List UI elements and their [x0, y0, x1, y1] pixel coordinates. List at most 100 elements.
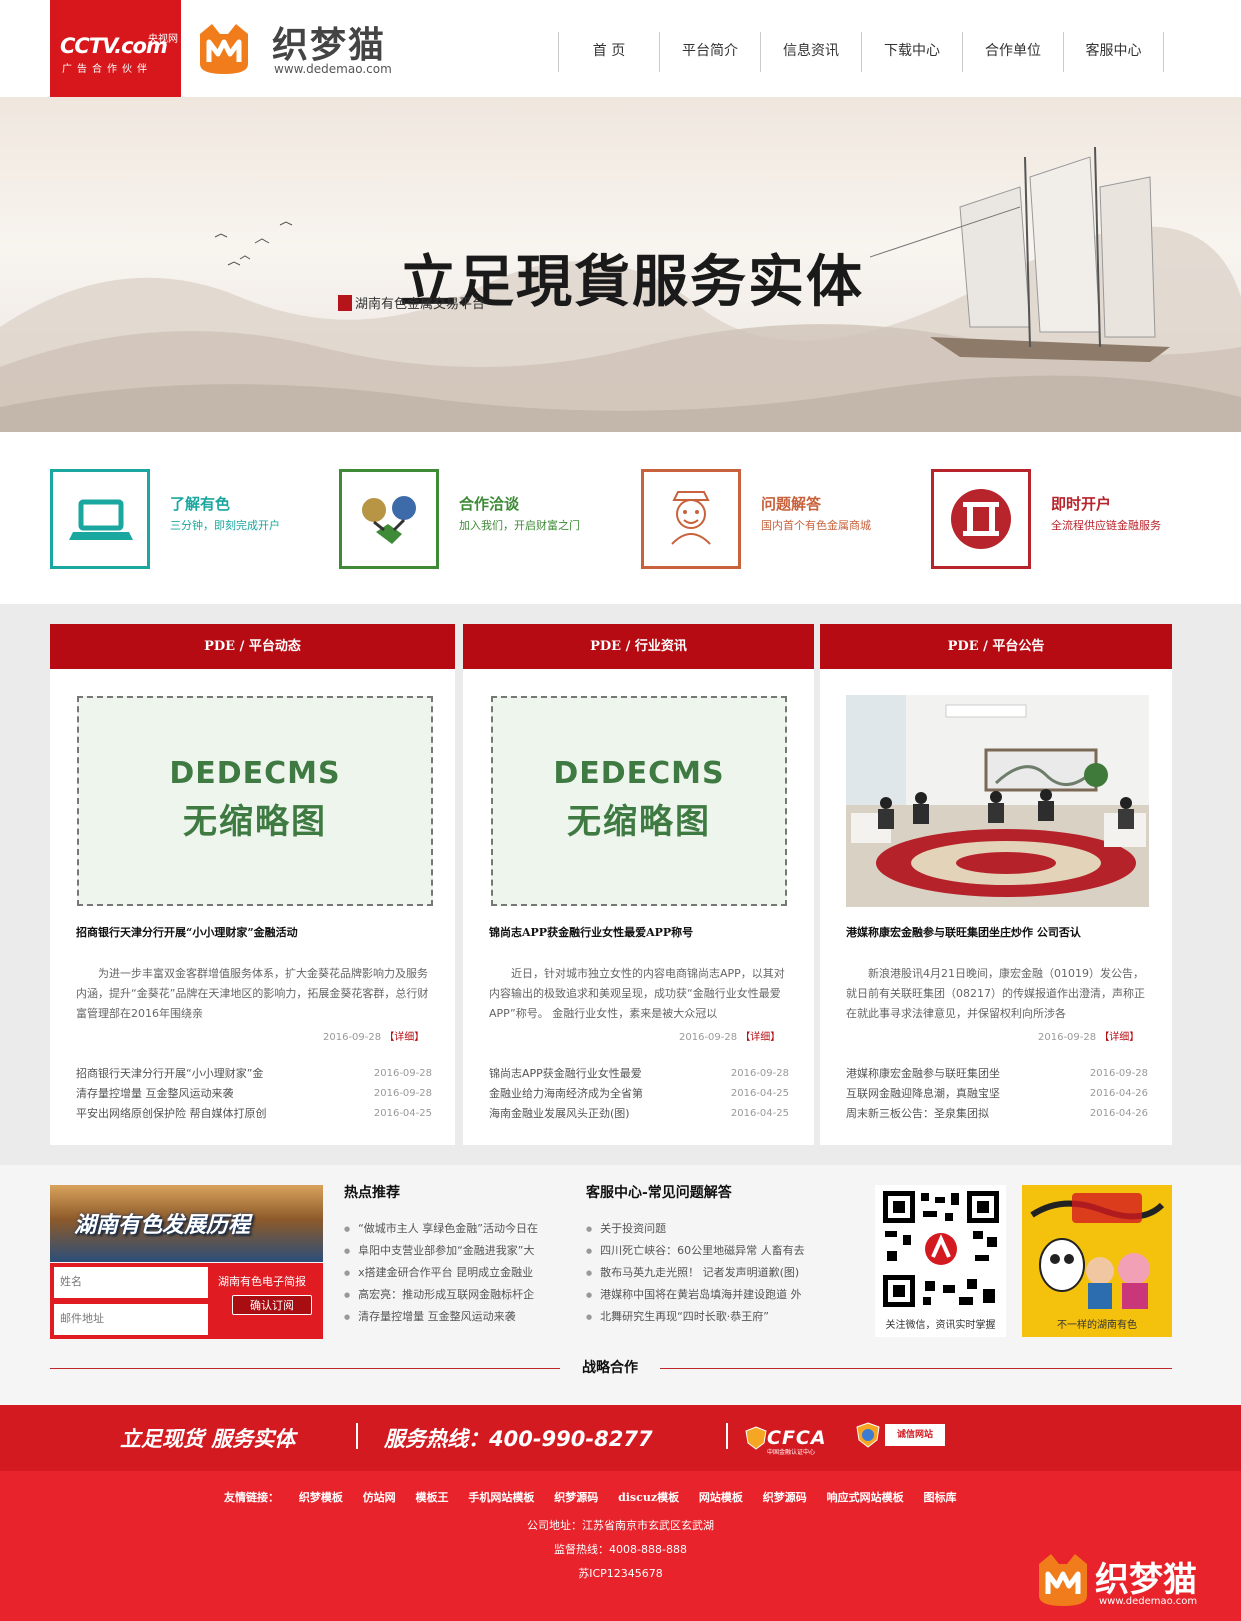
news-summary: 近日，针对城市独立女性的内容电商锦尚志APP，以其对内容输出的极致追求和美观呈现…	[489, 967, 785, 1020]
thumb-line1: DEDECMS	[553, 756, 725, 791]
newsletter-form: 姓名 邮件地址 湖南有色电子简报 确认订阅	[50, 1263, 323, 1339]
sailing-ship-illustration	[870, 147, 1170, 362]
friend-link[interactable]: 响应式网站模板	[827, 1491, 904, 1504]
nav-home[interactable]: 首 页	[558, 32, 659, 72]
cctv-logo-text: CCTV.com	[60, 34, 168, 58]
thumbnail-placeholder[interactable]: DEDECMS 无缩略图	[491, 696, 787, 906]
news-date: 2016-09-28 【详细】	[679, 1028, 780, 1043]
more-link[interactable]: 【详细】	[740, 1032, 780, 1043]
company-address: 公司地址：江苏省南京市玄武区玄武湖	[527, 1519, 714, 1532]
news-date: 2016-09-28 【详细】	[323, 1028, 424, 1043]
feature-desc: 加入我们，开启财富之门	[459, 519, 580, 532]
email-input[interactable]: 邮件地址	[52, 1302, 210, 1337]
list-item[interactable]: 金融业给力海南经济成为全省第 2016-04-25	[489, 1084, 789, 1104]
feature-faq[interactable]: 问题解答 国内首个有色金属商城	[641, 469, 901, 569]
footer-band: 立足现货 服务实体 服务热线：400-990-8277 CFCA 中国金融认证中…	[0, 1405, 1241, 1471]
feature-title: 了解有色	[170, 495, 231, 513]
cfca-badge[interactable]: CFCA 中国金融认证中心	[745, 1419, 827, 1457]
news-panel-announcement: PDE / 平台公告 港媒称康宏金融参与联旺集团坐庄炒作 公司否认 新浪港股讯4…	[820, 624, 1172, 1145]
cfca-text: CFCA	[767, 1427, 827, 1449]
friend-link[interactable]: 织梦源码	[763, 1491, 807, 1504]
list-item[interactable]: “做城市主人 享绿色金融”活动今日在	[344, 1218, 568, 1240]
history-banner[interactable]: 湖南有色发展历程	[50, 1185, 323, 1262]
friend-link[interactable]: 模板王	[416, 1491, 449, 1504]
laptop-icon	[50, 469, 150, 569]
list-item[interactable]: 关于投资问题	[586, 1218, 824, 1240]
feature-learn[interactable]: 了解有色 三分钟，即刻完成开户	[50, 469, 310, 569]
cartoon-promo[interactable]: 不一样的湖南有色	[1022, 1185, 1172, 1337]
news-list: 招商银行天津分行开展“小小理财家”金 2016-09-28 清存量控增量 互金整风…	[76, 1064, 432, 1124]
wechat-qr-code[interactable]: 关注微信，资讯实时掌握	[875, 1185, 1006, 1337]
friend-link[interactable]: 仿站网	[363, 1491, 396, 1504]
feature-open-account[interactable]: 即时开户 全流程供应链金融服务	[931, 469, 1191, 569]
list-item[interactable]: 阜阳中支营业部参加“金融进我家”大	[344, 1240, 568, 1262]
news-headline[interactable]: 锦尚志APP获金融行业女性最爱APP称号	[489, 924, 693, 940]
list-item[interactable]: 锦尚志APP获金融行业女性最爱 2016-09-28	[489, 1064, 789, 1084]
list-item[interactable]: 港媒称康宏金融参与联旺集团坐 2016-09-28	[846, 1064, 1148, 1084]
news-panel-industry: PDE / 行业资讯 DEDECMS 无缩略图 锦尚志APP获金融行业女性最爱A…	[463, 624, 814, 1145]
nav-download[interactable]: 下载中心	[861, 32, 962, 72]
subscribe-button[interactable]: 确认订阅	[232, 1295, 312, 1315]
nav-service[interactable]: 客服中心	[1063, 32, 1164, 72]
list-item[interactable]: 周末新三板公告：圣泉集团拟 2016-04-26	[846, 1104, 1148, 1124]
list-item[interactable]: 北舞研究生再现“四时长歌·恭王府”	[586, 1306, 824, 1328]
list-item[interactable]: 互联网金融迎降息潮，真融宝坚 2016-04-26	[846, 1084, 1148, 1104]
list-item[interactable]: 高宏亮：推动形成互联网金融标杆企	[344, 1284, 568, 1306]
footer-slogan: 立足现货 服务实体	[120, 1427, 296, 1451]
list-item[interactable]: 平安出网络原创保护险 帮自媒体打原创 2016-04-25	[76, 1104, 432, 1124]
news-headline[interactable]: 港媒称康宏金融参与联旺集团坐庄炒作 公司否认	[846, 924, 1081, 940]
nav-news[interactable]: 信息资讯	[760, 32, 861, 72]
thumbnail-placeholder[interactable]: DEDECMS 无缩略图	[77, 696, 433, 906]
panel-header[interactable]: PDE / 平台动态	[50, 624, 455, 669]
news-summary: 为进一步丰富双金客群增值服务体系，扩大金葵花品牌影响力及服务内涵，提升“金葵花”…	[76, 967, 429, 1020]
qr-code-icon	[881, 1189, 1001, 1309]
list-item[interactable]: 清存量控增量 互金整风运动来袭 2016-09-28	[76, 1084, 432, 1104]
list-item[interactable]: 港媒称中国将在黄岩岛填海并建设跑道 外	[586, 1284, 824, 1306]
more-link[interactable]: 【详细】	[1099, 1032, 1139, 1043]
panel-header[interactable]: PDE / 行业资讯	[463, 624, 814, 669]
seal-icon	[338, 295, 352, 311]
news-headline[interactable]: 招商银行天津分行开展“小小理财家”金融活动	[76, 924, 298, 940]
panel-header[interactable]: PDE / 平台公告	[820, 624, 1172, 669]
friend-link[interactable]: discuz模板	[618, 1491, 679, 1504]
open-account-icon	[931, 469, 1031, 569]
corner-brand-name: 织梦猫	[1095, 1560, 1197, 1600]
cartoon-caption: 不一样的湖南有色	[1057, 1320, 1137, 1331]
friend-links-label: 友情链接：	[224, 1491, 279, 1504]
more-link[interactable]: 【详细】	[384, 1032, 424, 1043]
list-item[interactable]: 海南金融业发展风头正劲(图) 2016-04-25	[489, 1104, 789, 1124]
date-text: 2016-09-28	[323, 1032, 382, 1043]
date-text: 2016-09-28	[1038, 1032, 1097, 1043]
main-nav: 首 页 平台简介 信息资讯 下载中心 合作单位 客服中心	[558, 32, 1164, 72]
feature-desc: 国内首个有色金属商城	[761, 519, 871, 532]
friend-link[interactable]: 网站模板	[699, 1491, 743, 1504]
date-text: 2016-09-28	[679, 1032, 738, 1043]
credit-site-badge[interactable]: 诚信网站	[855, 1421, 959, 1449]
list-item[interactable]: x搭建金研合作平台 昆明成立金融业	[344, 1262, 568, 1284]
list-item[interactable]: 四川死亡峡谷：60公里地磁异常 人畜有去	[586, 1240, 824, 1262]
friend-link[interactable]: 手机网站模板	[468, 1491, 534, 1504]
friend-link[interactable]: 图标库	[923, 1491, 956, 1504]
cctv-partner-logo[interactable]: 央视网 CCTV.com 广告合作伙伴	[50, 0, 181, 97]
name-input[interactable]: 姓名	[52, 1265, 210, 1300]
nav-partners[interactable]: 合作单位	[962, 32, 1063, 72]
list-item[interactable]: 招商银行天津分行开展“小小理财家”金 2016-09-28	[76, 1064, 432, 1084]
feature-desc: 全流程供应链金融服务	[1051, 519, 1161, 532]
hotline-text: 服务热线：400-990-8277	[384, 1427, 653, 1451]
list-item[interactable]: 散布马英九走光照！ 记者发声明道歉(图)	[586, 1262, 824, 1284]
divider	[726, 1423, 728, 1449]
hot-list: “做城市主人 享绿色金融”活动今日在 阜阳中支营业部参加“金融进我家”大 x搭建…	[344, 1218, 568, 1328]
cctv-partner-text: 广告合作伙伴	[62, 64, 152, 75]
hero-banner[interactable]: 立足現貨服务实体 湖南有色金属交易平台	[0, 97, 1241, 432]
cat-logo-icon[interactable]	[196, 20, 252, 76]
feature-desc: 三分钟，即刻完成开户	[170, 519, 280, 532]
fortune-god-icon	[641, 469, 741, 569]
news-list: 锦尚志APP获金融行业女性最爱 2016-09-28 金融业给力海南经济成为全省第…	[489, 1064, 789, 1124]
list-item[interactable]: 清存量控增量 互金整风运动来袭	[344, 1306, 568, 1328]
feature-title: 即时开户	[1051, 495, 1112, 513]
friend-link[interactable]: 织梦模板	[299, 1491, 343, 1504]
feature-cooperation[interactable]: 合作洽谈 加入我们，开启财富之门	[339, 469, 609, 569]
friend-link[interactable]: 织梦源码	[554, 1491, 598, 1504]
meeting-room-photo[interactable]	[846, 695, 1149, 907]
nav-platform-intro[interactable]: 平台简介	[659, 32, 760, 72]
